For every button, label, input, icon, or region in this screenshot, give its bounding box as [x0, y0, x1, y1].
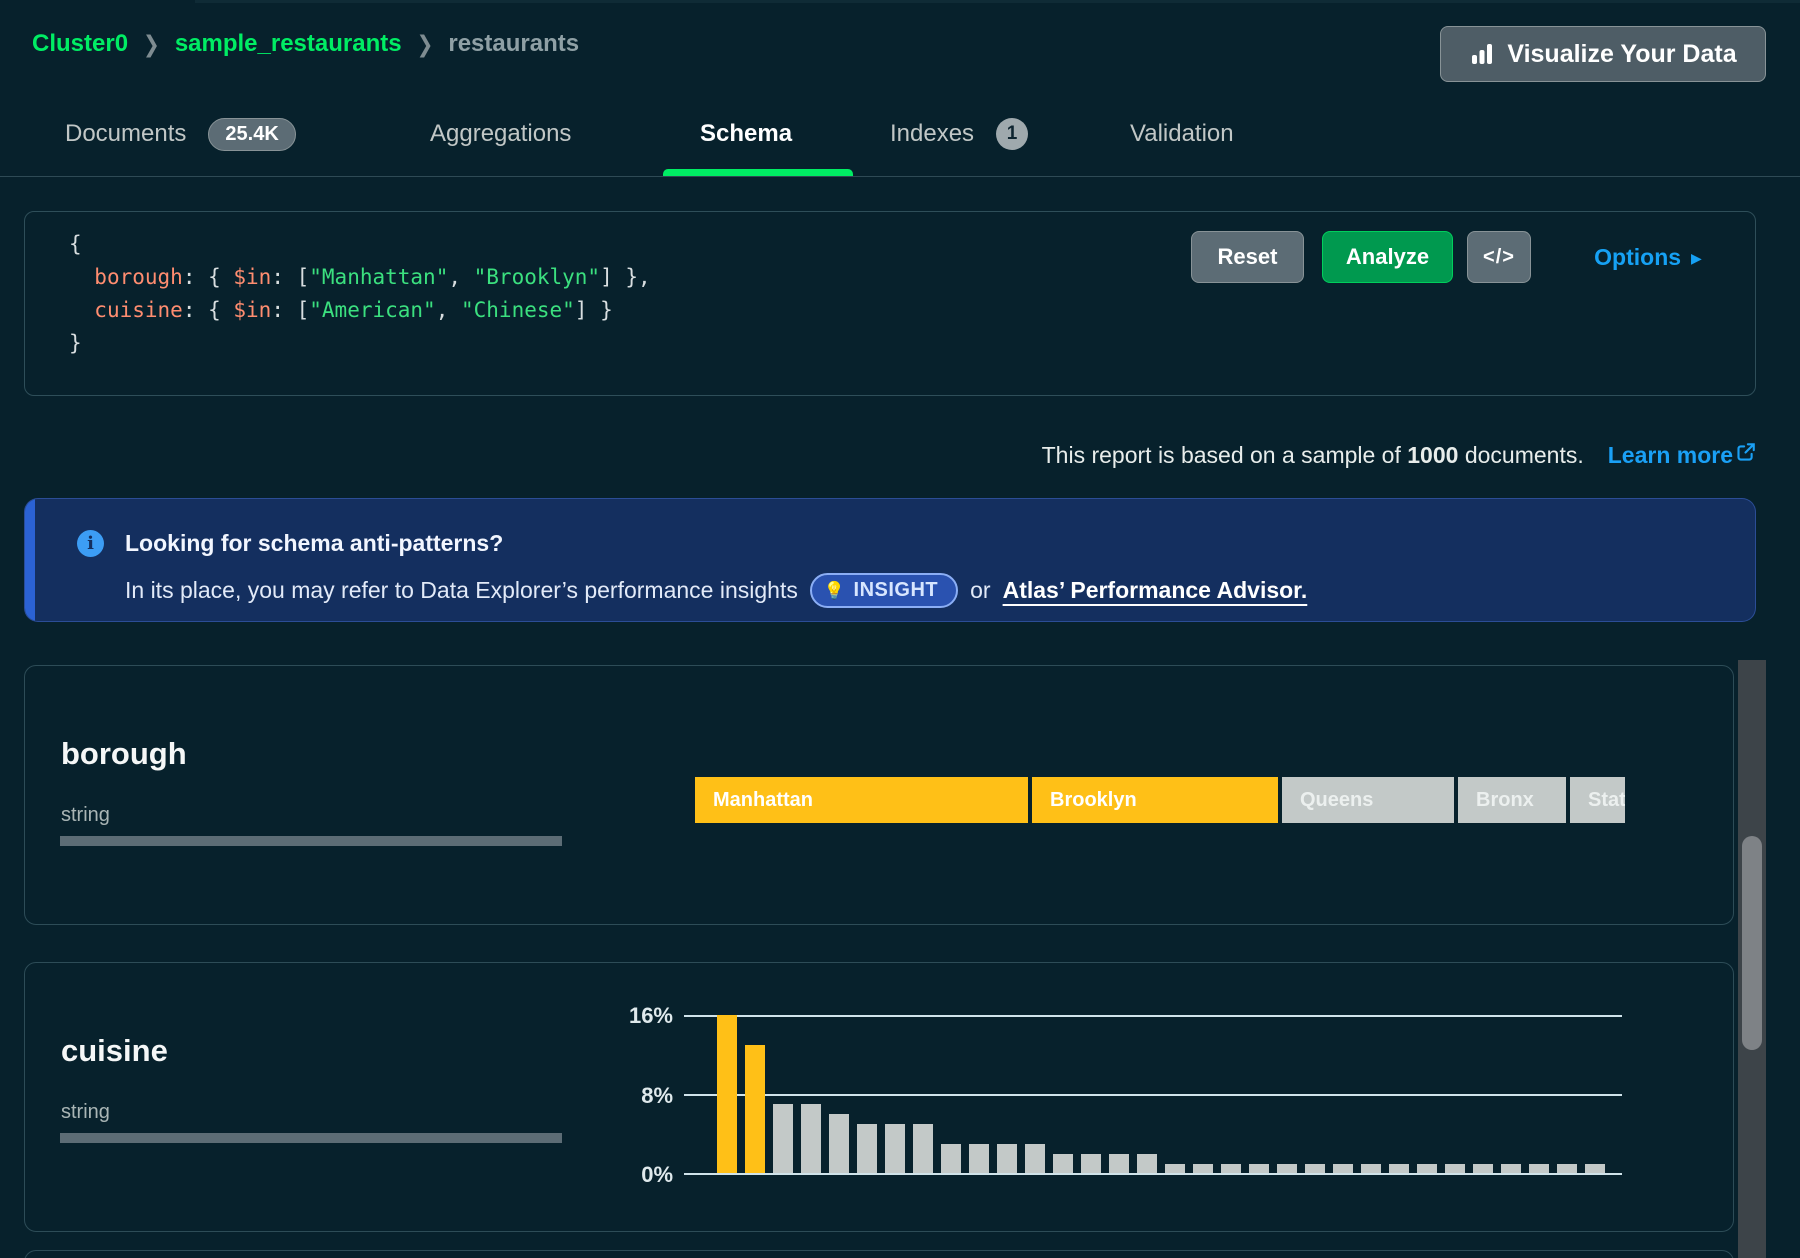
field-card-borough: borough string ManhattanBrooklynQueensBr… [24, 665, 1734, 925]
y-axis-tick: 8% [563, 1083, 673, 1109]
breadcrumb-database[interactable]: sample_restaurants [175, 30, 402, 58]
documents-count-badge: 25.4K [208, 118, 295, 151]
cuisine-bar[interactable] [801, 1104, 821, 1174]
borough-bar-brooklyn[interactable]: Brooklyn [1032, 777, 1278, 823]
triangle-right-icon: ▶ [1691, 250, 1702, 267]
external-link-icon [1736, 442, 1756, 462]
performance-advisor-link[interactable]: Atlas’ Performance Advisor. [1003, 577, 1308, 604]
tab-documents-label: Documents [65, 120, 186, 148]
type-distribution-bar[interactable] [60, 836, 562, 846]
cuisine-bar[interactable] [829, 1114, 849, 1174]
insight-badge-label: INSIGHT [854, 579, 939, 602]
scrollbar-track[interactable] [1738, 660, 1766, 1258]
sample-report-note: This report is based on a sample of 1000… [1042, 442, 1756, 469]
options-label: Options [1594, 244, 1681, 271]
cuisine-bar[interactable] [1053, 1154, 1073, 1174]
banner-title: Looking for schema anti-patterns? [125, 530, 503, 557]
next-field-card-peek [24, 1250, 1734, 1258]
cuisine-bar[interactable] [997, 1144, 1017, 1174]
cuisine-bar[interactable] [1025, 1144, 1045, 1174]
tab-validation[interactable]: Validation [1130, 112, 1234, 156]
tab-validation-label: Validation [1130, 120, 1234, 148]
code-toggle-button[interactable]: </> [1467, 231, 1531, 283]
banner-body-text: In its place, you may refer to Data Expl… [125, 577, 798, 604]
schema-antipattern-banner: i Looking for schema anti-patterns? In i… [24, 498, 1756, 622]
cuisine-bar[interactable] [1081, 1154, 1101, 1174]
cuisine-bar[interactable] [857, 1124, 877, 1174]
banner-accent-stripe [25, 499, 35, 621]
y-axis-tick: 0% [563, 1162, 673, 1188]
learn-more-link[interactable]: Learn more [1608, 442, 1756, 469]
cuisine-bar[interactable] [969, 1144, 989, 1174]
field-type-label: string [61, 804, 110, 827]
info-icon: i [77, 530, 104, 557]
breadcrumb: Cluster0 ❯ sample_restaurants ❯ restaura… [32, 30, 579, 58]
cuisine-bars [684, 1015, 1622, 1174]
window-top-edge [195, 0, 1800, 3]
cuisine-bar[interactable] [745, 1045, 765, 1174]
visualize-data-button[interactable]: Visualize Your Data [1440, 26, 1766, 82]
reset-button[interactable]: Reset [1191, 231, 1304, 283]
tab-schema-label: Schema [700, 120, 792, 148]
cuisine-chart [684, 1015, 1622, 1174]
insight-badge[interactable]: 💡 INSIGHT [810, 573, 958, 608]
field-name: cuisine [61, 1033, 168, 1069]
tab-indexes[interactable]: Indexes 1 [890, 112, 1028, 156]
query-bar: { borough: { $in: ["Manhattan", "Brookly… [24, 211, 1756, 396]
breadcrumb-collection: restaurants [448, 30, 579, 58]
query-code[interactable]: { borough: { $in: ["Manhattan", "Brookly… [69, 228, 651, 360]
visualize-data-label: Visualize Your Data [1507, 40, 1736, 69]
type-distribution-bar[interactable] [60, 1133, 562, 1143]
chevron-right-icon: ❯ [417, 30, 434, 59]
field-name: borough [61, 736, 187, 772]
borough-bar-row: ManhattanBrooklynQueensBronxStaten Islan… [695, 777, 1625, 823]
cuisine-bar[interactable] [717, 1015, 737, 1174]
banner-body: In its place, you may refer to Data Expl… [125, 573, 1307, 608]
borough-bar-bronx[interactable]: Bronx [1458, 777, 1566, 823]
indexes-count-badge: 1 [996, 118, 1028, 150]
gridline-0pct [684, 1173, 1622, 1175]
cuisine-bar[interactable] [1137, 1154, 1157, 1174]
scrollbar-thumb[interactable] [1742, 836, 1762, 1050]
chevron-right-icon: ❯ [143, 30, 160, 59]
y-axis-tick: 16% [563, 1003, 673, 1029]
bar-chart-icon [1469, 41, 1495, 67]
breadcrumb-cluster[interactable]: Cluster0 [32, 30, 128, 58]
banner-conjunction: or [970, 577, 990, 604]
borough-bar-manhattan[interactable]: Manhattan [695, 777, 1028, 823]
borough-bar-queens[interactable]: Queens [1282, 777, 1454, 823]
cuisine-bar[interactable] [1109, 1154, 1129, 1174]
analyze-button[interactable]: Analyze [1322, 231, 1453, 283]
options-button[interactable]: Options ▶ [1573, 231, 1723, 283]
cuisine-bar[interactable] [885, 1124, 905, 1174]
cuisine-bar[interactable] [941, 1144, 961, 1174]
tab-indexes-label: Indexes [890, 120, 974, 148]
tab-schema[interactable]: Schema [700, 112, 792, 156]
tab-documents[interactable]: Documents 25.4K [65, 112, 296, 156]
tabs-divider [0, 176, 1800, 177]
learn-more-label: Learn more [1608, 442, 1733, 469]
cuisine-bar[interactable] [913, 1124, 933, 1174]
field-type-label: string [61, 1101, 110, 1124]
lightbulb-icon: 💡 [824, 581, 846, 601]
report-note-text: This report is based on a sample of 1000… [1042, 442, 1584, 469]
schema-page: Cluster0 ❯ sample_restaurants ❯ restaura… [0, 0, 1800, 1258]
tab-aggregations[interactable]: Aggregations [430, 112, 571, 156]
tab-aggregations-label: Aggregations [430, 120, 571, 148]
borough-bar-staten-island[interactable]: Staten Island [1570, 777, 1625, 823]
cuisine-bar[interactable] [773, 1104, 793, 1174]
field-card-cuisine: cuisine string 16% 8% 0% [24, 962, 1734, 1232]
